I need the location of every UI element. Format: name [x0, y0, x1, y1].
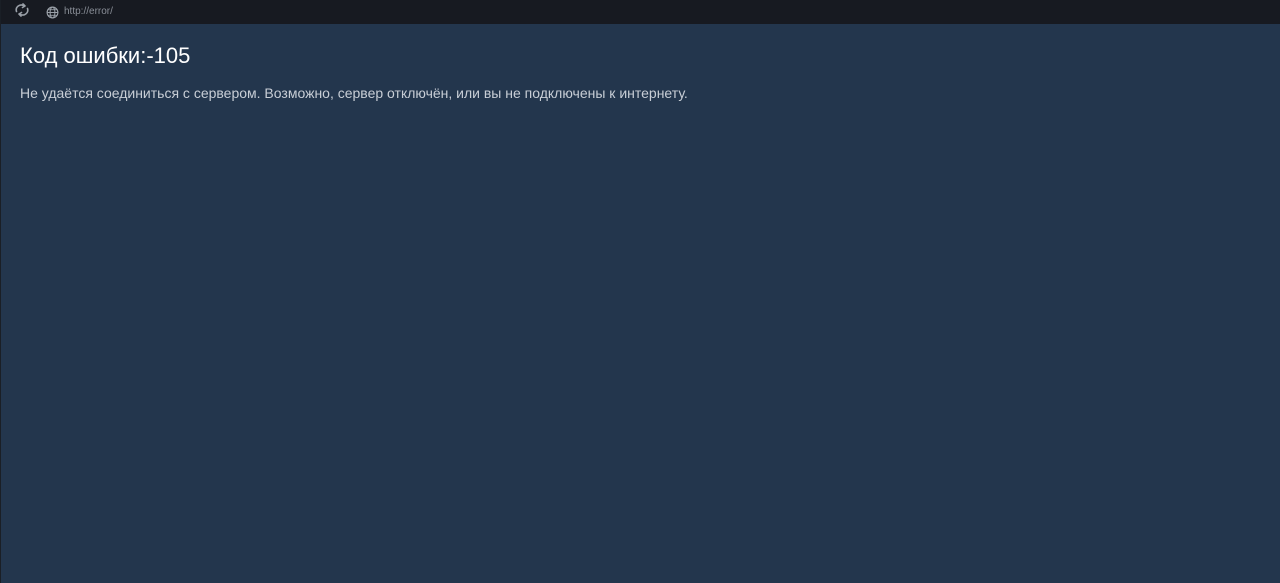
globe-icon — [45, 5, 59, 19]
error-title: Код ошибки:-105 — [20, 43, 191, 68]
reload-icon — [14, 2, 30, 22]
url-text[interactable]: http://error/ — [64, 5, 113, 19]
error-page-content: Код ошибки:-105 Не удаётся соединиться с… — [20, 42, 1261, 102]
error-message: Не удаётся соединиться с сервером. Возмо… — [20, 85, 688, 101]
reload-button[interactable] — [13, 2, 31, 22]
browser-window: http://error/ Код ошибки:-105 Не удаётся… — [0, 0, 1280, 583]
address-bar: http://error/ — [1, 0, 1280, 24]
